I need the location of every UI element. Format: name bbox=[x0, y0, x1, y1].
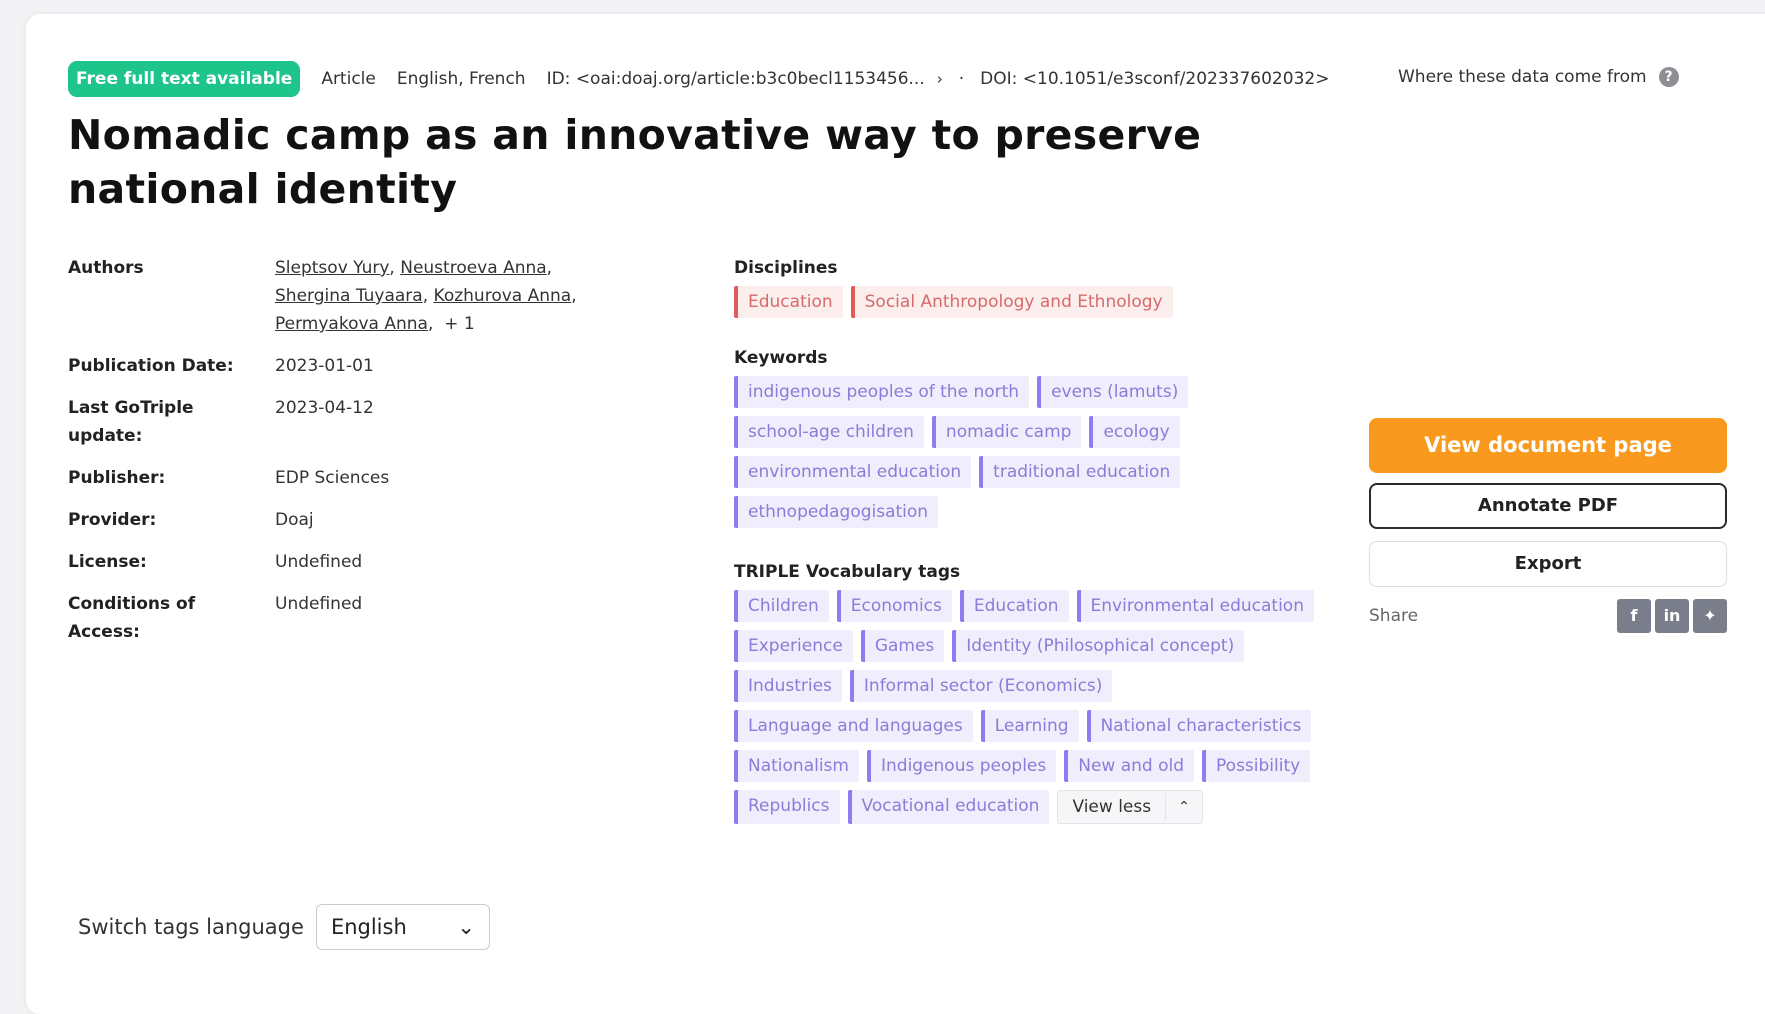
vocab-tag[interactable]: Industries bbox=[734, 670, 842, 702]
chevron-right-icon[interactable]: › bbox=[937, 70, 943, 88]
metadata-list: Authors Sleptsov Yury, Neustroeva Anna, … bbox=[68, 254, 625, 660]
facebook-icon[interactable]: f bbox=[1617, 599, 1651, 633]
keyword-tag[interactable]: evens (lamuts) bbox=[1037, 376, 1189, 408]
vocab-tag[interactable]: Children bbox=[734, 590, 829, 622]
keywords-title: Keywords bbox=[734, 348, 828, 368]
tags-language-value: English bbox=[330, 915, 407, 939]
page-title: Nomadic camp as an innovative way to pre… bbox=[68, 111, 1202, 213]
keyword-tag[interactable]: nomadic camp bbox=[931, 416, 1082, 448]
twitter-icon[interactable]: ✦ bbox=[1693, 599, 1727, 633]
view-document-button[interactable]: View document page bbox=[1369, 418, 1727, 473]
vocab-tag[interactable]: Economics bbox=[836, 590, 952, 622]
keywords-tags: indigenous peoples of the north evens (l… bbox=[734, 376, 1214, 536]
vocab-tag[interactable]: Indigenous peoples bbox=[866, 750, 1057, 782]
export-button[interactable]: Export bbox=[1369, 541, 1727, 587]
author-link[interactable]: Shergina Tuyaara bbox=[275, 286, 423, 306]
meta-row-provider: Provider: Doaj bbox=[68, 506, 625, 534]
pubdate-label: Publication Date: bbox=[68, 356, 234, 376]
view-less-label: View less bbox=[1072, 797, 1152, 817]
meta-row-license: License: Undefined bbox=[68, 548, 625, 576]
license-label: License: bbox=[68, 552, 147, 572]
authors-label: Authors bbox=[68, 258, 144, 278]
vocab-tag[interactable]: Education bbox=[959, 590, 1069, 622]
keyword-tag[interactable]: environmental education bbox=[734, 456, 972, 488]
tags-language-select[interactable]: English ⌄ bbox=[315, 904, 490, 950]
vocab-tag[interactable]: National characteristics bbox=[1086, 710, 1312, 742]
keyword-tag[interactable]: traditional education bbox=[979, 456, 1181, 488]
meta-row-authors: Authors Sleptsov Yury, Neustroeva Anna, … bbox=[68, 254, 625, 338]
vocab-tag[interactable]: New and old bbox=[1064, 750, 1195, 782]
meta-row-access: Conditions of Access: Undefined bbox=[68, 590, 625, 646]
view-less-button[interactable]: View less ⌃ bbox=[1057, 790, 1203, 824]
author-link[interactable]: Sleptsov Yury bbox=[275, 258, 389, 278]
access-value: Undefined bbox=[275, 594, 363, 614]
tags-language-label: Switch tags language bbox=[78, 915, 304, 939]
vocab-tag[interactable]: Possibility bbox=[1202, 750, 1311, 782]
vocab-tag[interactable]: Vocational education bbox=[847, 790, 1050, 824]
provider-value: Doaj bbox=[275, 510, 314, 530]
vocab-tag[interactable]: Learning bbox=[980, 710, 1079, 742]
license-value: Undefined bbox=[275, 552, 363, 572]
author-link[interactable]: Kozhurova Anna bbox=[434, 286, 572, 306]
tags-language-switch: Switch tags language English ⌄ bbox=[78, 904, 490, 950]
vocab-tag[interactable]: Identity (Philosophical concept) bbox=[952, 630, 1245, 662]
vocab-section: TRIPLE Vocabulary tags Children Economic… bbox=[734, 562, 1354, 832]
keywords-section: Keywords indigenous peoples of the north… bbox=[734, 348, 1214, 536]
actions-panel: View document page Annotate PDF Export S… bbox=[1369, 418, 1727, 633]
provider-label: Provider: bbox=[68, 510, 157, 530]
meta-row-update: Last GoTriple update: 2023-04-12 bbox=[68, 394, 625, 450]
discipline-tag[interactable]: Social Anthropology and Ethnology bbox=[850, 286, 1173, 318]
keyword-tag[interactable]: ethnopedagogisation bbox=[734, 496, 939, 528]
vocab-tag[interactable]: Republics bbox=[734, 790, 840, 824]
share-row: Share f in ✦ bbox=[1369, 599, 1727, 633]
share-label: Share bbox=[1369, 606, 1419, 626]
keyword-tag[interactable]: indigenous peoples of the north bbox=[734, 376, 1030, 408]
meta-row-publisher: Publisher: EDP Sciences bbox=[68, 464, 625, 492]
meta-row-pubdate: Publication Date: 2023-01-01 bbox=[68, 352, 625, 380]
disciplines-title: Disciplines bbox=[734, 258, 838, 278]
vocab-tag[interactable]: Environmental education bbox=[1076, 590, 1314, 622]
update-label: Last GoTriple update: bbox=[68, 398, 194, 446]
authors-more[interactable]: + 1 bbox=[444, 314, 474, 334]
document-doi[interactable]: DOI: <10.1051/e3sconf/202337602032> bbox=[980, 69, 1329, 89]
author-link[interactable]: Neustroeva Anna bbox=[400, 258, 546, 278]
data-source-link[interactable]: Where these data come from ? bbox=[1398, 67, 1679, 87]
vocab-tag[interactable]: Nationalism bbox=[734, 750, 859, 782]
document-type: Article bbox=[321, 69, 376, 89]
vocab-tag[interactable]: Language and languages bbox=[734, 710, 973, 742]
vocab-title: TRIPLE Vocabulary tags bbox=[734, 562, 961, 582]
discipline-tag[interactable]: Education bbox=[734, 286, 843, 318]
authors-list: Sleptsov Yury, Neustroeva Anna, Shergina… bbox=[275, 258, 577, 334]
pubdate-value: 2023-01-01 bbox=[275, 356, 374, 376]
chevron-up-icon: ⌃ bbox=[1165, 793, 1202, 821]
help-icon[interactable]: ? bbox=[1658, 67, 1679, 87]
free-full-text-badge: Free full text available bbox=[68, 61, 301, 97]
separator-dot: · bbox=[958, 69, 965, 89]
publisher-value: EDP Sciences bbox=[275, 468, 390, 488]
linkedin-icon[interactable]: in bbox=[1655, 599, 1689, 633]
access-label: Conditions of Access: bbox=[68, 594, 196, 642]
vocab-tag[interactable]: Games bbox=[860, 630, 945, 662]
keyword-tag[interactable]: ecology bbox=[1089, 416, 1180, 448]
data-source-label: Where these data come from bbox=[1398, 67, 1647, 87]
chevron-down-icon: ⌄ bbox=[457, 915, 475, 939]
vocab-tag[interactable]: Experience bbox=[734, 630, 853, 662]
share-icons: f in ✦ bbox=[1613, 599, 1727, 633]
annotate-pdf-button[interactable]: Annotate PDF bbox=[1369, 483, 1727, 529]
document-languages: English, French bbox=[396, 69, 526, 89]
keyword-tag[interactable]: school-age children bbox=[734, 416, 924, 448]
disciplines-tags: Education Social Anthropology and Ethnol… bbox=[734, 286, 1334, 326]
publisher-label: Publisher: bbox=[68, 468, 166, 488]
disciplines-section: Disciplines Education Social Anthropolog… bbox=[734, 258, 1334, 326]
top-meta-bar: Free full text available Article English… bbox=[68, 60, 1350, 98]
document-id: ID: <oai:doaj.org/article:b3c0becl115345… bbox=[546, 69, 925, 89]
vocab-tag[interactable]: Informal sector (Economics) bbox=[849, 670, 1113, 702]
vocab-tags: Children Economics Education Environment… bbox=[734, 590, 1354, 832]
update-value: 2023-04-12 bbox=[275, 398, 374, 418]
author-link[interactable]: Permyakova Anna bbox=[275, 314, 428, 334]
